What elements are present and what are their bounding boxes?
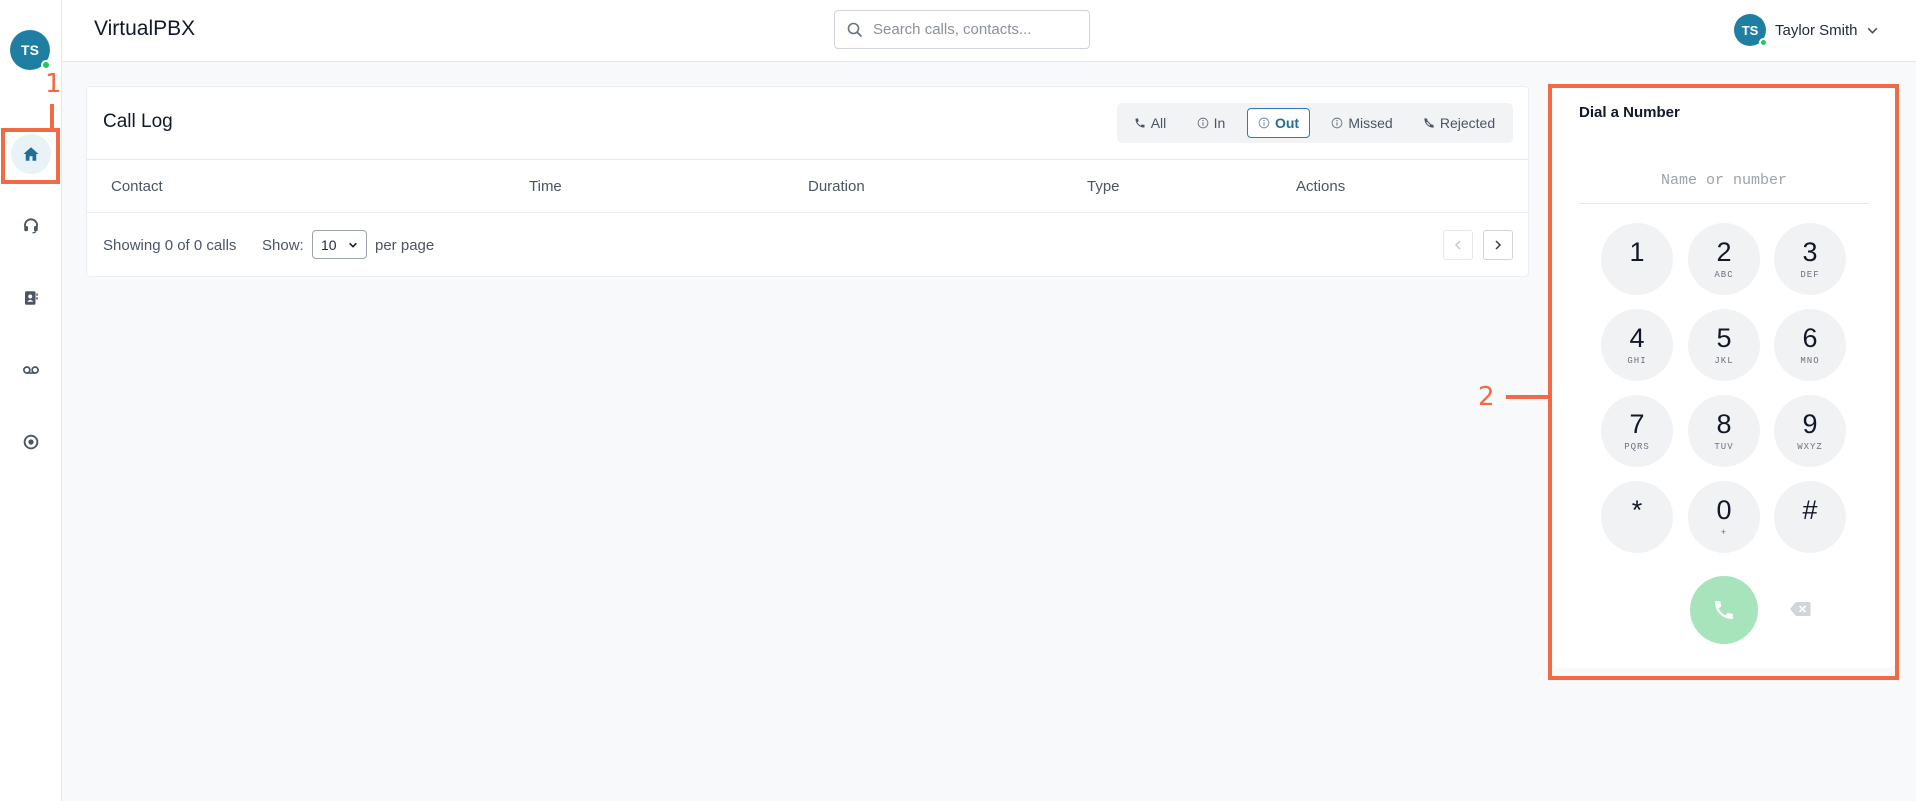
- table-header: Contact Time Duration Type Actions: [87, 159, 1528, 213]
- online-status-dot: [1759, 38, 1768, 47]
- per-page-label: per page: [375, 237, 435, 254]
- column-header-type[interactable]: Type: [1087, 178, 1120, 195]
- results-count: Showing 0 of 0 calls: [103, 237, 237, 254]
- per-page-value: 10: [321, 236, 337, 253]
- voicemail-icon: [23, 366, 39, 374]
- annotation-box-2: [1548, 84, 1899, 680]
- next-page-button[interactable]: [1483, 230, 1513, 260]
- filter-tab-missed[interactable]: Missed: [1321, 108, 1403, 138]
- column-header-actions: Actions: [1296, 178, 1346, 195]
- annotation-box-1: [1, 128, 60, 184]
- sidebar-avatar[interactable]: TS: [10, 30, 51, 70]
- per-page-select[interactable]: 10: [312, 230, 367, 259]
- filter-tab-label: Rejected: [1439, 115, 1496, 131]
- sidebar-item-contacts[interactable]: [11, 278, 51, 318]
- annotation-leader-2: [1506, 395, 1550, 399]
- phone-slash-icon: [1423, 118, 1434, 128]
- column-header-duration[interactable]: Duration: [808, 178, 865, 195]
- annotation-leader-1: [50, 104, 54, 130]
- user-menu[interactable]: TS Taylor Smith: [1734, 14, 1879, 47]
- user-initials: TS: [1741, 22, 1759, 38]
- top-header: VirtualPBX TS Taylor Smith: [62, 0, 1916, 62]
- chevron-right-icon: [1495, 240, 1502, 250]
- call-filter-tabs: All In Out Missed Rejected: [1117, 103, 1513, 143]
- chevron-down-icon: [1867, 27, 1877, 34]
- filter-tab-all[interactable]: All: [1123, 108, 1177, 138]
- previous-page-button[interactable]: [1443, 230, 1473, 260]
- filter-tab-label: Missed: [1348, 115, 1393, 131]
- search-icon: [847, 22, 863, 38]
- avatar-initials: TS: [21, 42, 39, 58]
- contacts-book-icon: [25, 291, 38, 305]
- target-icon: [23, 434, 39, 450]
- filter-tab-rejected[interactable]: Rejected: [1411, 108, 1507, 138]
- call-log-card: Call Log All In Out Missed Rejected Cont…: [86, 86, 1529, 277]
- headset-icon: [24, 218, 38, 234]
- search-box[interactable]: [834, 10, 1090, 49]
- chevron-left-icon: [1454, 240, 1461, 250]
- sidebar-item-voicemail[interactable]: [11, 350, 51, 390]
- sidebar-item-support[interactable]: [11, 206, 51, 246]
- column-header-time[interactable]: Time: [529, 178, 562, 195]
- app-title: VirtualPBX: [94, 17, 196, 40]
- annotation-label-1: 1: [45, 69, 62, 99]
- info-icon: [1197, 117, 1208, 129]
- filter-tab-in[interactable]: In: [1185, 108, 1237, 138]
- sidebar-item-settings[interactable]: [11, 422, 51, 462]
- call-log-title: Call Log: [103, 111, 173, 132]
- user-avatar: TS: [1734, 14, 1768, 47]
- info-icon: [1331, 117, 1343, 129]
- filter-tab-out[interactable]: Out: [1247, 108, 1310, 138]
- filter-tab-label: Out: [1274, 115, 1300, 131]
- chevron-down-icon: [349, 242, 357, 248]
- phone-icon: [1135, 118, 1145, 128]
- show-label: Show:: [262, 237, 304, 254]
- column-header-contact[interactable]: Contact: [111, 178, 163, 195]
- filter-tab-label: All: [1150, 115, 1167, 131]
- search-input[interactable]: [873, 17, 1078, 42]
- filter-tab-label: In: [1213, 115, 1226, 131]
- user-name: Taylor Smith: [1775, 21, 1858, 39]
- annotation-label-2: 2: [1478, 382, 1495, 412]
- pagination-bar: Showing 0 of 0 calls Show: 10 per page: [87, 213, 1528, 277]
- info-icon: [1258, 117, 1270, 129]
